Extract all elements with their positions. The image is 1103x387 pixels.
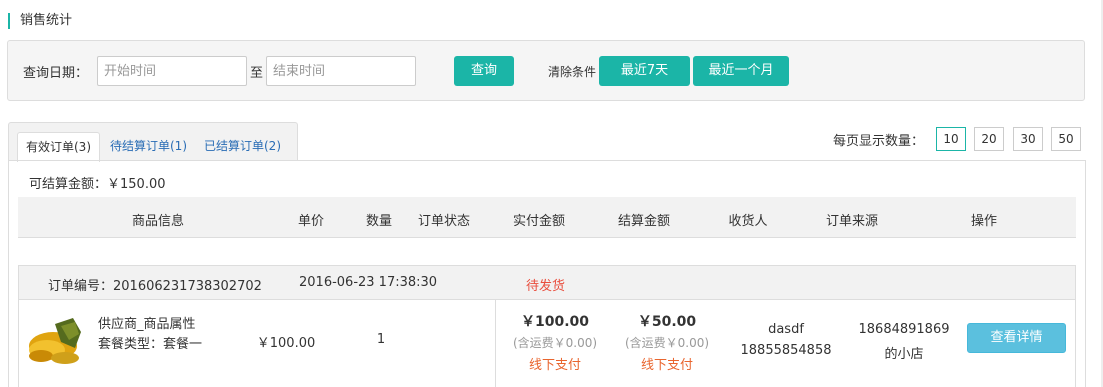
tab-settled-orders[interactable]: 已结算订单(2) — [196, 132, 289, 162]
column-header: 操作 — [970, 214, 998, 229]
table-header: 商品信息 单价 数量 订单状态 实付金额 结算金额 收货人 订单来源 操作 — [18, 197, 1076, 238]
product-attribute: 套餐类型：套餐一 — [98, 337, 203, 352]
end-date-input[interactable] — [266, 56, 416, 86]
settle-shipping-fee: (含运费￥0.00) — [624, 336, 710, 350]
order-status: 待发货 — [526, 279, 566, 294]
paid-amount: ￥100.00 — [520, 314, 590, 330]
order-source-line1: 18684891869 — [858, 322, 950, 337]
column-header: 数量 — [365, 214, 393, 229]
paid-shipping-fee: (含运费￥0.00) — [512, 336, 598, 350]
column-header: 商品信息 — [131, 214, 185, 229]
last-month-button[interactable]: 最近一个月 — [693, 56, 789, 86]
start-date-input[interactable] — [97, 56, 247, 86]
settlement-amount: 可结算金额：￥150.00 — [29, 177, 166, 192]
receiver-name: dasdf — [768, 322, 804, 337]
date-range-separator: 至 — [250, 66, 264, 81]
order-number: 订单编号：201606231738302702 — [48, 279, 262, 294]
unit-price: ￥100.00 — [256, 336, 316, 351]
receiver-phone: 18855854858 — [740, 343, 832, 358]
per-page-label: 每页显示数量： — [833, 134, 925, 149]
settle-amount: ￥50.00 — [637, 314, 697, 330]
clear-filters-link[interactable]: 清除条件 — [548, 63, 596, 80]
column-header: 收货人 — [728, 214, 768, 229]
order-source-line2: 的小店 — [884, 347, 924, 362]
orders-panel: 可结算金额：￥150.00 商品信息 单价 数量 订单状态 实付金额 结算金额 … — [8, 160, 1086, 387]
product-name[interactable]: 供应商_商品属性 — [98, 313, 196, 332]
per-page-option-50[interactable]: 50 — [1051, 127, 1081, 151]
last-7-days-button[interactable]: 最近7天 — [599, 56, 690, 86]
page-title: 销售统计 — [8, 13, 72, 29]
settle-payment-method: 线下支付 — [640, 358, 694, 373]
column-header: 订单状态 — [417, 214, 471, 229]
product-thumbnail[interactable] — [25, 310, 87, 372]
quantity: 1 — [376, 332, 386, 347]
order-tabs: 有效订单(3) 待结算订单(1) 已结算订单(2) — [8, 122, 298, 162]
column-header: 单价 — [297, 214, 325, 229]
filter-panel: 查询日期： 至 查询 清除条件 最近7天 最近一个月 — [7, 40, 1085, 101]
query-button[interactable]: 查询 — [454, 56, 514, 86]
tab-valid-orders[interactable]: 有效订单(3) — [17, 132, 100, 162]
column-header: 实付金额 — [512, 214, 566, 229]
date-filter-label: 查询日期： — [23, 66, 89, 81]
paid-payment-method: 线下支付 — [528, 358, 582, 373]
tab-pending-settlement[interactable]: 待结算订单(1) — [102, 132, 195, 162]
per-page-option-10[interactable]: 10 — [936, 127, 966, 151]
order-header: 订单编号：201606231738302702 2016-06-23 17:38… — [19, 266, 1075, 300]
order-datetime: 2016-06-23 17:38:30 — [299, 275, 438, 290]
order-card: 订单编号：201606231738302702 2016-06-23 17:38… — [18, 265, 1076, 387]
column-header: 结算金额 — [617, 214, 671, 229]
view-details-button[interactable]: 查看详情 — [967, 323, 1066, 353]
column-header: 订单来源 — [825, 214, 879, 229]
per-page-option-30[interactable]: 30 — [1013, 127, 1043, 151]
column-divider — [495, 300, 496, 387]
per-page-option-20[interactable]: 20 — [974, 127, 1004, 151]
